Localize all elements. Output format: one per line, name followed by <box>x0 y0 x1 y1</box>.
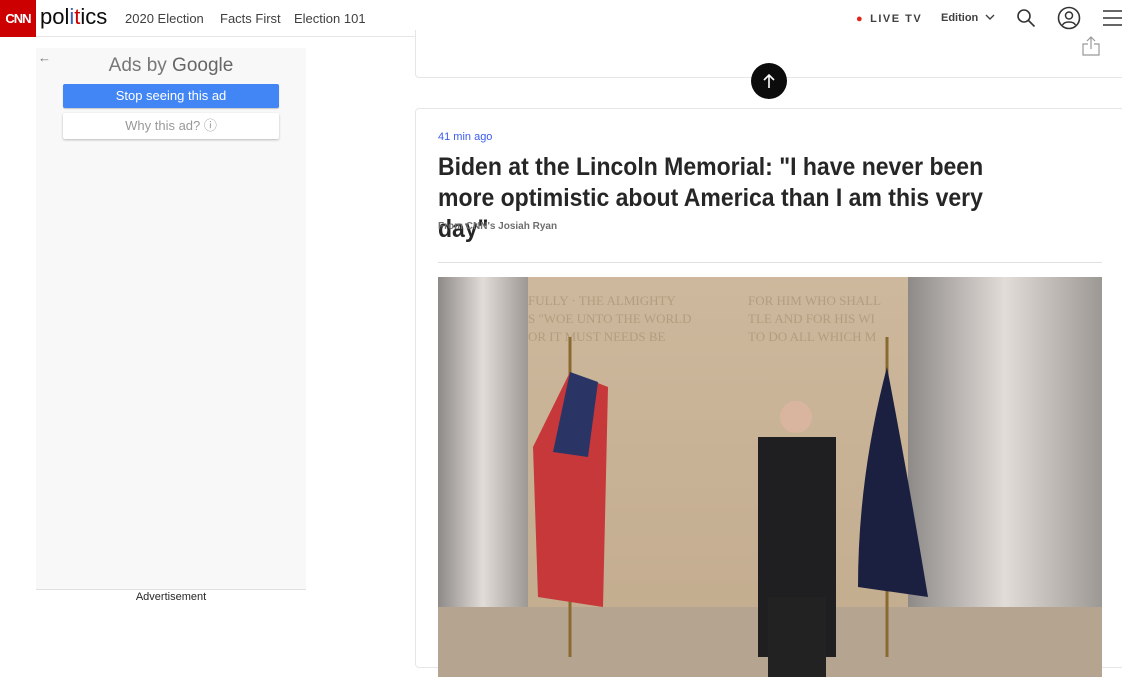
google-brand: Google <box>172 55 234 76</box>
chevron-down-icon <box>985 14 995 20</box>
cnn-logo[interactable]: CNN <box>0 0 36 37</box>
arrow-up-icon <box>763 73 775 88</box>
section-text: ics <box>80 4 108 29</box>
ad-panel: ← Ads by Google Stop seeing this ad Why … <box>36 48 306 590</box>
post-photo: FULLY · THE ALMIGHTY S "WOE UNTO THE WORL… <box>438 277 1102 677</box>
edition-dropdown[interactable]: Edition <box>941 12 995 24</box>
nav-facts-first[interactable]: Facts First <box>220 11 281 26</box>
advertisement-label: Advertisement <box>135 591 207 603</box>
svg-text:S "WOE UNTO THE WORLD: S "WOE UNTO THE WORLD <box>528 311 691 326</box>
ads-by-text: Ads by <box>108 55 173 76</box>
svg-text:FULLY · THE ALMIGHTY: FULLY · THE ALMIGHTY <box>528 293 676 308</box>
live-tv-link[interactable]: ● LIVE TV <box>856 13 922 25</box>
live-post-card: 41 min ago Biden at the Lincoln Memorial… <box>415 108 1122 677</box>
live-tv-label: LIVE TV <box>870 13 923 25</box>
section-text: pol <box>40 4 70 29</box>
scroll-to-top-button[interactable] <box>751 63 787 99</box>
svg-text:TLE AND FOR HIS WI: TLE AND FOR HIS WI <box>748 311 875 326</box>
edition-label: Edition <box>941 12 979 24</box>
politics-section-logo[interactable]: politics <box>40 4 107 30</box>
live-dot-icon: ● <box>856 13 865 25</box>
svg-text:OR IT MUST NEEDS BE: OR IT MUST NEEDS BE <box>528 329 666 344</box>
nav-election-101[interactable]: Election 101 <box>294 11 366 26</box>
stop-seeing-ad-button[interactable]: Stop seeing this ad <box>63 84 279 108</box>
nav-2020-election[interactable]: 2020 Election <box>125 11 204 26</box>
post-byline: From CNN's Josiah Ryan <box>438 221 558 232</box>
divider <box>438 262 1102 263</box>
share-icon[interactable] <box>1082 36 1100 56</box>
lincoln-memorial-photo: FULLY · THE ALMIGHTY S "WOE UNTO THE WORL… <box>438 277 1102 677</box>
ads-by-google: Ads by Google <box>36 55 306 77</box>
svg-text:TO DO ALL WHICH M: TO DO ALL WHICH M <box>748 329 877 344</box>
post-timestamp[interactable]: 41 min ago <box>438 131 492 143</box>
svg-text:FOR HIM WHO SHALL: FOR HIM WHO SHALL <box>748 293 881 308</box>
why-this-ad-button[interactable]: Why this ad? ⓘ <box>63 113 279 139</box>
user-icon[interactable] <box>1057 6 1081 30</box>
menu-icon[interactable] <box>1103 9 1122 27</box>
search-icon[interactable] <box>1016 8 1036 28</box>
